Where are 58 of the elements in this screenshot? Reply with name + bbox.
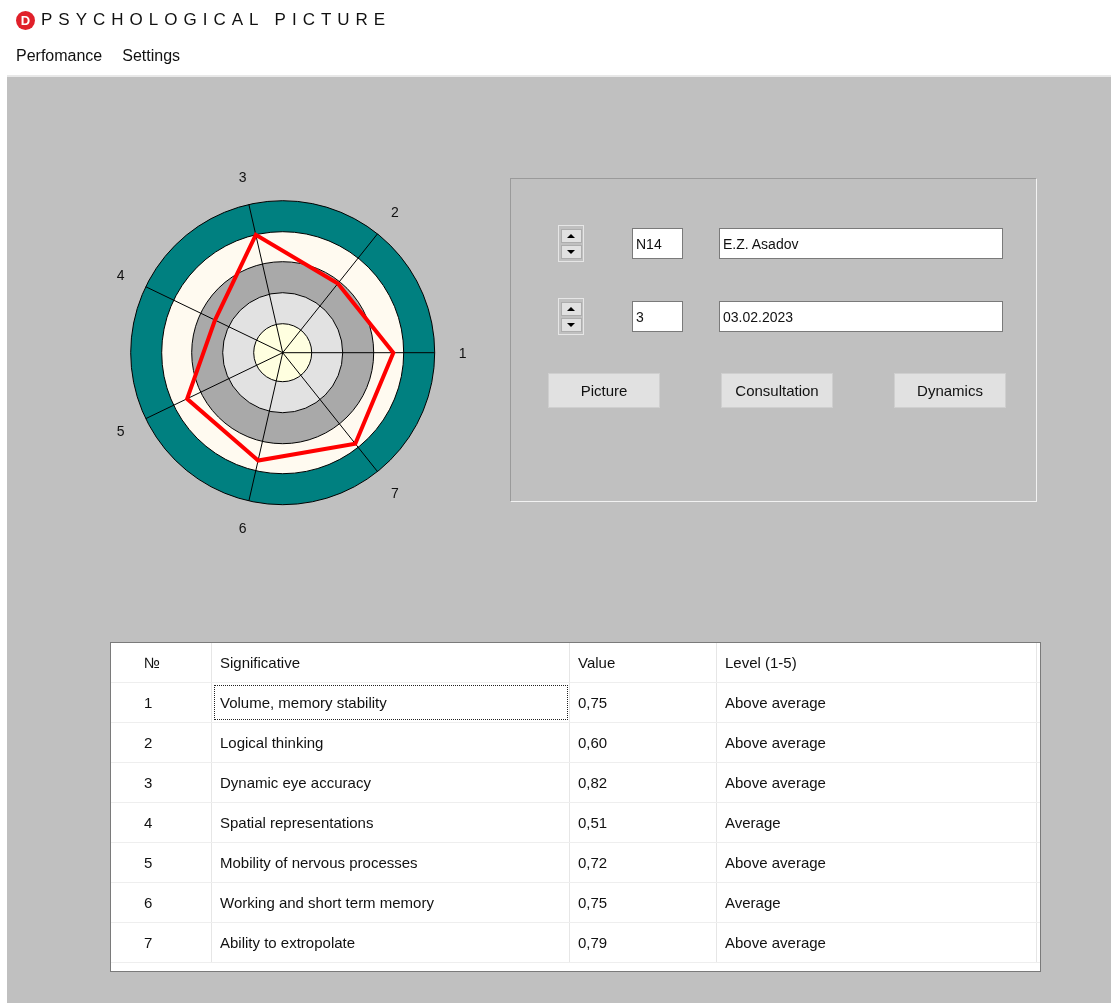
- column-header: Significative: [212, 643, 570, 682]
- table-cell: Above average: [717, 763, 1037, 802]
- table-cell: 2: [111, 723, 212, 762]
- spin-up-button[interactable]: [560, 228, 582, 243]
- table-cell: 0,51: [570, 803, 717, 842]
- table-cell[interactable]: Mobility of nervous processes: [212, 843, 570, 882]
- up-arrow-icon: [567, 233, 575, 238]
- table-cell: 0,60: [570, 723, 717, 762]
- menu-item[interactable]: Settings: [122, 47, 181, 65]
- input-field[interactable]: N14: [632, 228, 683, 259]
- panel-button[interactable]: Picture: [548, 373, 660, 408]
- axis-label: 2: [391, 203, 399, 220]
- axis-label: 6: [238, 520, 247, 537]
- table-cell: 0,79: [570, 923, 717, 962]
- logo-icon: D: [16, 10, 35, 30]
- table-cell: 0,75: [570, 883, 717, 922]
- panel-button[interactable]: Dynamics: [894, 373, 1006, 408]
- input-field[interactable]: 03.02.2023: [719, 301, 1003, 332]
- axis-label: 1: [458, 344, 467, 361]
- table-cell: Average: [717, 803, 1037, 842]
- table-cell: 7: [111, 923, 212, 962]
- column-header: Value: [570, 643, 717, 682]
- down-arrow-icon: [567, 322, 575, 327]
- table-cell: Average: [717, 883, 1037, 922]
- table-cell[interactable]: Logical thinking: [212, 723, 570, 762]
- table-cell: 0,75: [570, 683, 717, 722]
- table-cell[interactable]: Working and short term memory: [212, 883, 570, 922]
- table-cell: 0,82: [570, 763, 717, 802]
- panel-button[interactable]: Consultation: [721, 373, 833, 408]
- table-cell[interactable]: Ability to extropolate: [212, 923, 570, 962]
- table-cell[interactable]: Volume, memory stability: [212, 683, 570, 722]
- table-cell: 5: [111, 843, 212, 882]
- table-cell: 6: [111, 883, 212, 922]
- table-cell: Above average: [717, 683, 1037, 722]
- column-header: Level (1-5): [717, 643, 1037, 682]
- table-cell: 3: [111, 763, 212, 802]
- table-cell: Above average: [717, 923, 1037, 962]
- window-title: PSYCHOLOGICAL PICTURE: [41, 10, 392, 30]
- table-cell: 0,72: [570, 843, 717, 882]
- table-cell: 1: [111, 683, 212, 722]
- down-arrow-icon: [567, 249, 575, 254]
- spin-down-button[interactable]: [560, 244, 582, 259]
- table-cell: Above average: [717, 723, 1037, 762]
- up-arrow-icon: [567, 306, 575, 311]
- axis-label: 4: [116, 266, 125, 283]
- spin-down-button[interactable]: [560, 317, 582, 332]
- input-field[interactable]: 3: [632, 301, 683, 332]
- axis-label: 3: [238, 169, 247, 186]
- table-cell: 4: [111, 803, 212, 842]
- menu-item[interactable]: Perfomance: [16, 47, 103, 65]
- axis-label: 5: [116, 422, 125, 439]
- input-field[interactable]: E.Z. Asadov: [719, 228, 1003, 259]
- column-header: №: [111, 643, 212, 682]
- axis-label: 7: [391, 485, 399, 502]
- table-cell: Above average: [717, 843, 1037, 882]
- table-cell[interactable]: Dynamic eye accuracy: [212, 763, 570, 802]
- spin-up-button[interactable]: [560, 301, 582, 316]
- table-cell[interactable]: Spatial representations: [212, 803, 570, 842]
